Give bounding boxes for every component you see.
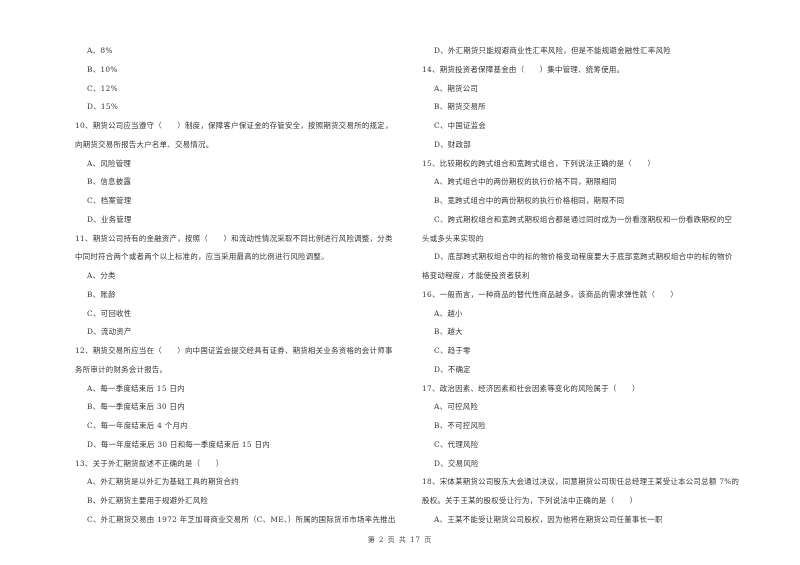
answer-option: D、不确定	[434, 364, 471, 374]
answer-option: D、底部跨式期权组合中的标的物价格变动程度要大于底部宽跨式期权组合中的标的物价	[434, 252, 733, 262]
answer-option: D、外汇期货只能规避商业性汇率风险，但是不能规避金融性汇率风险	[434, 46, 671, 55]
answer-option: A、越小	[434, 308, 463, 318]
answer-option: B、每一季度结束后 30 日内	[87, 402, 185, 412]
answer-option: A、可控风险	[434, 402, 479, 412]
answer-option: C、每一年度结束后 4 个月内	[87, 421, 188, 430]
right-column: D、外汇期货只能规避商业性汇率风险，但是不能规避金融性汇率风险 14、期货投资者保…	[422, 42, 767, 530]
answer-option: A、8%	[87, 46, 113, 55]
question-text: 13、关于外汇期货叙述不正确的是（ ）	[75, 458, 224, 468]
answer-option: C、代理风险	[434, 439, 479, 449]
answer-option: B、不可控风险	[434, 421, 486, 430]
answer-option: D、每一年度结束后 30 日和每一季度结束后 15 日内	[87, 439, 270, 449]
answer-option: A、分类	[87, 271, 116, 280]
answer-option: B、账龄	[87, 289, 116, 299]
question-text: 17、政治因素、经济因素和社会因素等变化的风险属于（ ）	[422, 383, 640, 393]
question-continuation: 务所审计的财务会计报告。	[75, 364, 168, 374]
answer-option: C、趋于零	[434, 346, 471, 355]
answer-option: D、15%	[87, 102, 119, 112]
answer-option: D、流动资产	[87, 327, 132, 337]
question-text: 14、期货投资者保障基金由（ ）集中管理、统筹使用。	[422, 64, 625, 74]
answer-option: A、王某不能受让期货公司股权，因为他将在期货公司任董事长一职	[434, 514, 663, 524]
question-text: 10、期货公司应当遵守（ ）制度，保障客户保证金的存管安全，按照期货交易所的规定…	[75, 121, 393, 130]
answer-option: C、跨式期权组合和宽跨式期权组合都是通过同时成为一份看涨期权和一份看跌期权的空	[434, 214, 733, 224]
answer-option: D、业务管理	[87, 214, 132, 224]
question-continuation: 格变动程度，才能使投资者获利	[422, 271, 530, 280]
question-text: 18、宋体某期货公司股东大会通过决议，同意期货公司现任总经理王某受让本公司总额 …	[422, 477, 740, 487]
question-text: 16、一般而言，一种商品的替代性商品越多，该商品的需求弹性就（ ）	[422, 289, 679, 299]
question-continuation: 中同时符合两个或者两个以上标准的，应当采用最高的比例进行风险调整。	[75, 252, 329, 262]
question-continuation: 股权。关于王某的股权受让行为，下列说法中正确的是（ ）	[422, 496, 638, 505]
answer-option: D、财政部	[434, 139, 471, 149]
answer-option: B、信息披露	[87, 177, 132, 187]
answer-option: C、外汇期货交易由 1972 年芝加哥商业交易所（C、ME、）所属的国际货币市场…	[87, 514, 396, 524]
question-continuation: 向期货交易所报告大户名单、交易情况。	[75, 139, 214, 149]
answer-option: B、宽跨式组合中的两份期权的执行价格相同，期限不同	[434, 196, 625, 205]
answer-option: C、可回收性	[87, 308, 132, 318]
answer-option: D、交易风险	[434, 458, 479, 468]
answer-option: B、期货交易所	[434, 102, 486, 112]
answer-option: A、风险管理	[87, 158, 132, 168]
answer-option: B、10%	[87, 64, 118, 74]
question-text: 12、期货交易所应当在（ ）向中国证监会提交经具有证券、期货相关业务资格的会计师…	[75, 346, 393, 355]
answer-option: A、跨式组合中的两份期权的执行价格不同，期限相同	[434, 177, 617, 187]
answer-option: C、档案管理	[87, 196, 132, 205]
question-text: 11、期货公司持有的金融资产，按照（ ）和流动性情况采取不同比例进行风险调整，分…	[75, 233, 393, 243]
left-column: A、8% B、10% C、12% D、15% 10、期货公司应当遵守（ ）制度，保障客户…	[75, 42, 415, 530]
page-number: 第 2 页 共 17 页	[367, 536, 433, 544]
question-continuation: 头或多头来实现的	[422, 233, 484, 243]
answer-option: A、外汇期货是以外汇为基础工具的期货合约	[87, 477, 239, 487]
answer-option: A、期货公司	[434, 83, 479, 93]
question-text: 15、比较期权的跨式组合和宽跨式组合，下列说法正确的是（ ）	[422, 158, 656, 168]
answer-option: A、每一季度结束后 15 日内	[87, 383, 185, 393]
answer-option: B、越大	[434, 327, 463, 337]
answer-option: B、外汇期货主要用于规避外汇风险	[87, 496, 209, 505]
answer-option: C、12%	[87, 83, 118, 93]
answer-option: C、中国证监会	[434, 121, 487, 130]
